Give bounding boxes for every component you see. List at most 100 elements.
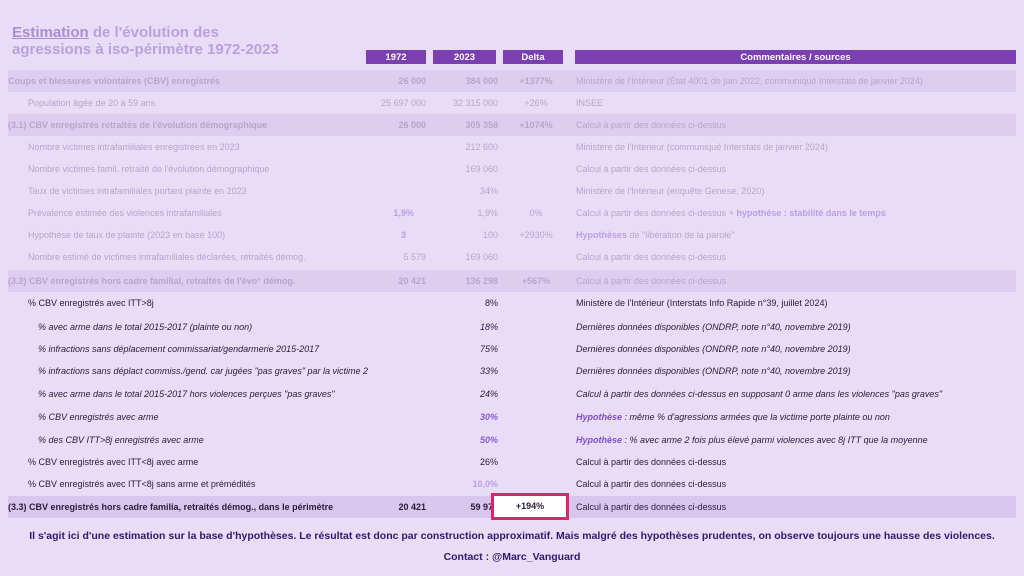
row-2023: 169 060 <box>465 164 498 174</box>
row-1972: 20 421 <box>398 502 426 512</box>
row-2023: 10,0% <box>472 479 498 489</box>
row-delta: +26% <box>524 98 548 108</box>
row-comment: Calcul à partir des données ci-dessus <box>576 276 727 286</box>
highlighted-delta-box: +194% <box>491 493 569 520</box>
row-delta <box>505 292 567 314</box>
row-label: Hypothèse de taux de plainte (2023 en ba… <box>28 230 226 240</box>
row-1972 <box>366 451 426 473</box>
table-row: Nombre victimes intrafamiliales enregist… <box>8 136 1016 158</box>
row-1972: 1,9% <box>393 208 414 218</box>
final-delta-value: +194% <box>515 501 545 511</box>
title-underlined: Estimation <box>12 24 89 41</box>
footer-contact: Contact : @Marc_Vanguard <box>443 551 581 563</box>
row-comment: INSEE <box>576 98 604 108</box>
row-delta <box>505 316 567 338</box>
title-line2: agressions à iso-périmètre 1972-2023 <box>12 41 279 58</box>
row-delta <box>505 136 567 158</box>
table-row: % des CBV ITT>8j enregistrés avec arme 5… <box>8 429 1016 451</box>
row-1972 <box>366 473 426 495</box>
row-2023: 32 315 000 <box>452 98 498 108</box>
row-2023: 75% <box>479 344 498 354</box>
table-row: % CBV enregistrés avec arme 30% Hypothès… <box>8 406 1016 428</box>
title-line1: de l'évolution des <box>88 24 219 41</box>
row-comment: Calcul à partir des données ci-dessus + … <box>576 202 1016 224</box>
comment-text: : % avec arme 2 fois plus élevé parmi vi… <box>622 435 928 445</box>
comment-hypothesis: Hypothèses <box>576 230 628 240</box>
header-comments: Commentaires / sources <box>575 50 1016 64</box>
footer-note: Il s'agit ici d'une estimation sur la ba… <box>29 530 995 542</box>
row-2023: 169 060 <box>465 252 498 262</box>
row-2023: 34% <box>479 186 498 196</box>
row-1972: 25 697 000 <box>380 98 426 108</box>
row-delta <box>505 473 567 495</box>
row-label: (3.2) CBV enregistrés hors cadre familia… <box>8 276 296 286</box>
row-comment: Calcul à partir des données ci-dessus <box>576 164 727 174</box>
table-row: Coups et blessures volontaires (CBV) enr… <box>8 70 1016 92</box>
comment-hypothesis: Hypothèse <box>576 412 623 422</box>
row-delta <box>505 338 567 360</box>
header-1972: 1972 <box>366 50 426 64</box>
row-1972 <box>366 429 426 451</box>
row-comment: Calcul à partir des données ci-dessus <box>576 502 727 512</box>
row-comment: Dernières données disponibles (ONDRP, no… <box>576 322 851 332</box>
row-delta: +567% <box>521 276 551 286</box>
row-label: Prévalence estimée des violences intrafa… <box>28 208 222 218</box>
table-row: % infractions sans déplacement commissar… <box>8 338 1016 360</box>
row-delta <box>505 451 567 473</box>
row-label: Nombre victimes famil. retraité de l'évo… <box>28 164 270 174</box>
row-1972 <box>366 406 426 428</box>
row-label: Taux de victimes intrafamiliales portant… <box>28 186 247 196</box>
table-row: % CBV enregistrés avec ITT>8j 8% Ministè… <box>8 292 1016 314</box>
row-comment: Calcul à partir des données ci-dessus <box>576 252 727 262</box>
header-delta: Delta <box>503 50 563 64</box>
comment-text: : même % d'agressions armées que la vict… <box>622 412 890 422</box>
table-row: % avec arme dans le total 2015-2017 hors… <box>8 383 1016 405</box>
comment-text: Calcul à partir des données ci-dessus + <box>576 208 737 218</box>
row-1972: 5 579 <box>403 252 426 262</box>
row-1972 <box>366 338 426 360</box>
table-row: Nombre victimes famil. retraité de l'évo… <box>8 158 1016 180</box>
row-label: (3.3) CBV enregistrés hors cadre familia… <box>8 502 334 512</box>
row-delta: +1377% <box>519 76 553 86</box>
row-2023: 33% <box>479 366 498 376</box>
row-comment: Calcul à partir des données ci-dessus en… <box>576 389 943 399</box>
row-comment: Dernières données disponibles (ONDRP, no… <box>576 344 851 354</box>
row-comment: Ministère de l'Intérieur (communiqué Int… <box>576 142 828 152</box>
row-comment: Hypothèse : même % d'agressions armées q… <box>576 406 1016 428</box>
table-row: Nombre estimé de victimes intrafamiliale… <box>8 246 1016 268</box>
page-title: Estimation de l'évolution des agressions… <box>12 24 279 58</box>
row-2023: 26% <box>479 457 498 467</box>
row-label: Population âgée de 20 à 59 ans <box>28 98 156 108</box>
table-row: Prévalence estimée des violences intrafa… <box>8 202 1016 224</box>
comment-hypothesis: Hypothèse <box>576 435 623 445</box>
row-label: % avec arme dans le total 2015-2017 (pla… <box>38 322 253 332</box>
row-comment: Ministère de l'Intérieur (enquête Genese… <box>576 186 765 196</box>
row-1972: 26 000 <box>398 76 426 86</box>
row-delta <box>505 158 567 180</box>
row-delta: +1074% <box>519 120 553 130</box>
row-2023: 59 971 <box>470 502 498 512</box>
row-2023: 8% <box>484 298 498 308</box>
row-1972: 26 000 <box>398 120 426 130</box>
table-row: Hypothèse de taux de plainte (2023 en ba… <box>8 224 1016 246</box>
row-2023: 212 600 <box>465 142 498 152</box>
row-2023: 30% <box>479 412 498 422</box>
row-delta <box>505 429 567 451</box>
row-1972 <box>366 136 426 158</box>
table-row: % CBV enregistrés avec ITT<8j sans arme … <box>8 473 1016 495</box>
row-label: Coups et blessures volontaires (CBV) enr… <box>8 76 221 86</box>
table-row: % CBV enregistrés avec ITT<8j avec arme … <box>8 451 1016 473</box>
table-row: Population âgée de 20 à 59 ans 25 697 00… <box>8 92 1016 114</box>
row-comment: Dernières données disponibles (ONDRP, no… <box>576 366 851 376</box>
row-1972 <box>366 383 426 405</box>
row-delta <box>505 383 567 405</box>
row-2023: 136 298 <box>465 276 498 286</box>
row-2023: 18% <box>479 322 498 332</box>
row-label: % CBV enregistrés avec ITT<8j sans arme … <box>28 479 256 489</box>
table-row: Taux de victimes intrafamiliales portant… <box>8 180 1016 202</box>
row-comment: Ministère de l'Intérieur (État 4001 de j… <box>576 76 923 86</box>
row-label: Nombre victimes intrafamiliales enregist… <box>28 142 240 152</box>
row-comment: Hypothèse : % avec arme 2 fois plus élev… <box>576 429 1016 451</box>
row-comment: Calcul à partir des données ci-dessus <box>576 479 727 489</box>
row-1972 <box>366 292 426 314</box>
